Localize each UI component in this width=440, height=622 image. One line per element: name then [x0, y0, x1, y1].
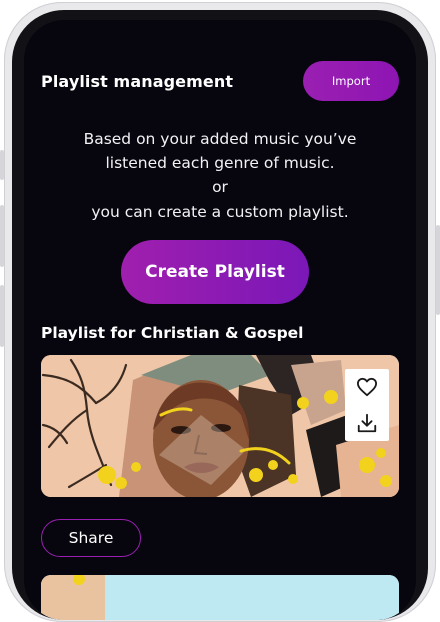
share-button[interactable]: Share [41, 519, 141, 557]
phone-side-button [0, 205, 4, 267]
header: Playlist management Import [41, 60, 399, 102]
download-icon [357, 413, 377, 433]
next-playlist-card[interactable] [41, 575, 399, 620]
next-playlist-cover-art [41, 575, 399, 620]
card-actions [345, 369, 389, 441]
like-button[interactable] [345, 369, 389, 405]
playlist-section-title: Playlist for Christian & Gospel [41, 324, 304, 342]
playlist-cover-card[interactable] [41, 355, 399, 497]
description-or: or [212, 178, 228, 196]
description-line: listened each genre of music. [105, 154, 335, 172]
phone-side-button [0, 150, 4, 180]
download-button[interactable] [345, 405, 389, 441]
description-line: you can create a custom playlist. [91, 203, 349, 221]
heart-icon [356, 377, 377, 397]
phone-side-button [436, 225, 440, 315]
app-screen: Playlist management Import Based on your… [24, 20, 416, 620]
create-playlist-button[interactable]: Create Playlist [121, 240, 309, 304]
page-title: Playlist management [41, 71, 234, 91]
import-button[interactable]: Import [303, 61, 399, 101]
phone-side-button [0, 285, 4, 347]
description-line: Based on your added music you’ve [83, 130, 357, 148]
